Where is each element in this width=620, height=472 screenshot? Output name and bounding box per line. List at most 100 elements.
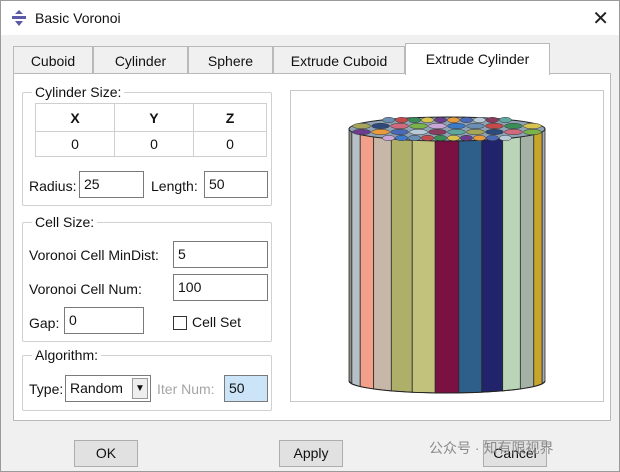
cap-cell [460, 117, 473, 123]
mindist-field[interactable]: 5 [173, 241, 268, 268]
radius-field[interactable]: 25 [79, 171, 144, 198]
z-value-cell[interactable]: 0 [192, 131, 268, 157]
cap-cell [504, 123, 523, 129]
cylinder-stripe [533, 131, 543, 388]
cap-cell [408, 117, 421, 123]
cylinder-size-group: Cylinder Size: X Y Z 0 0 0 Radius: 25 Le… [22, 84, 272, 206]
ok-button[interactable]: OK [74, 440, 138, 467]
column-header-x: X [35, 103, 115, 132]
cap-cell [485, 117, 499, 123]
cap-cell [428, 129, 447, 135]
column-header-y: Y [113, 103, 194, 132]
cap-cell [523, 123, 542, 129]
cap-cell [447, 129, 466, 135]
tab-panel: Cylinder Size: X Y Z 0 0 0 Radius: 25 Le… [13, 73, 611, 421]
close-icon[interactable]: ✕ [592, 6, 609, 31]
cylinder-stripe [434, 140, 460, 394]
type-selected-value: Random [70, 380, 123, 396]
cap-cell [498, 135, 512, 141]
xyz-table: X Y Z 0 0 0 [35, 103, 268, 157]
cap-cell [447, 117, 460, 123]
gap-field[interactable]: 0 [64, 307, 144, 334]
cylinder-stripe [502, 136, 521, 392]
cap-cell [390, 129, 409, 135]
cap-cell [421, 117, 434, 123]
cap-cell [352, 123, 371, 129]
chevron-down-icon[interactable]: ▼ [132, 378, 148, 399]
length-field[interactable]: 50 [204, 171, 268, 198]
cylinder-side [348, 128, 546, 394]
cap-cell [447, 123, 466, 129]
title-bar: Basic Voronoi ✕ [1, 1, 619, 35]
cap-cell [466, 129, 485, 135]
cylinder-preview-graphic [348, 116, 546, 394]
model-preview [290, 90, 604, 402]
cap-cell [371, 129, 390, 135]
cap-cell [352, 129, 371, 135]
cap-cell [473, 135, 486, 141]
cap-cell [421, 135, 434, 141]
cap-cell [395, 117, 409, 123]
cylinder-stripe [390, 138, 413, 393]
cylinder-stripe [348, 128, 353, 385]
cap-cell [395, 135, 409, 141]
watermark: 公众号 · 知有限视界 [429, 440, 554, 456]
cap-cell [447, 135, 460, 141]
iter-num-field[interactable]: 50 [224, 375, 268, 402]
cap-cell [408, 135, 421, 141]
dialog-window: Basic Voronoi ✕ Cuboid Cylinder Sphere E… [0, 0, 620, 472]
cell-set-checkbox[interactable] [173, 316, 187, 330]
cylinder-stripe [411, 139, 436, 394]
tab-extrude-cylinder[interactable]: Extrude Cylinder [405, 43, 550, 75]
cap-cell [434, 117, 447, 123]
y-value-cell[interactable]: 0 [113, 131, 194, 157]
type-label: Type: [29, 381, 64, 397]
algorithm-title: Algorithm: [32, 347, 102, 363]
cap-cell [390, 123, 409, 129]
cap-cell [382, 135, 396, 141]
tab-cuboid[interactable]: Cuboid [13, 46, 93, 74]
apply-button[interactable]: Apply [279, 440, 343, 467]
cylinder-stripe [458, 139, 483, 394]
app-logo-icon [12, 10, 26, 26]
type-select[interactable]: Random ▼ [65, 375, 151, 402]
gap-label: Gap: [29, 315, 60, 331]
cap-cell [504, 129, 523, 135]
cell-set-label[interactable]: Cell Set [192, 314, 241, 330]
iter-num-label: Iter Num: [157, 381, 215, 397]
mindist-label: Voronoi Cell MinDist: [29, 247, 159, 263]
cap-cell [409, 123, 428, 129]
window-title: Basic Voronoi [35, 10, 121, 26]
cell-num-label: Voronoi Cell Num: [29, 281, 142, 297]
cap-cell [382, 117, 396, 123]
column-header-z: Z [192, 103, 268, 132]
cap-cell [523, 129, 542, 135]
cap-cell [485, 123, 504, 129]
length-label: Length: [151, 178, 198, 194]
cap-cell [498, 117, 512, 123]
tab-sphere[interactable]: Sphere [188, 46, 273, 74]
cap-cell [434, 135, 447, 141]
cap-cell [485, 129, 504, 135]
cap-cell [371, 123, 390, 129]
cylinder-stripe [351, 131, 361, 388]
radius-label: Radius: [29, 178, 77, 194]
tab-cylinder[interactable]: Cylinder [93, 46, 188, 74]
cylinder-stripe [373, 136, 392, 392]
cap-cell [466, 123, 485, 129]
cap-cell [485, 135, 499, 141]
cap-cell [473, 117, 486, 123]
cap-ellipse [348, 116, 546, 142]
cylinder-stripe [519, 134, 535, 390]
tab-extrude-cuboid[interactable]: Extrude Cuboid [273, 46, 405, 74]
cylinder-size-title: Cylinder Size: [32, 84, 125, 100]
cylinder-stripe [359, 134, 375, 390]
algorithm-group: Algorithm: Type: Random ▼ Iter Num: 50 [22, 347, 272, 411]
cap-cell [409, 129, 428, 135]
cylinder-stripe [481, 138, 504, 393]
x-value-cell[interactable]: 0 [35, 131, 115, 157]
cap-cell [460, 135, 473, 141]
cell-size-title: Cell Size: [32, 214, 98, 230]
cell-num-field[interactable]: 100 [173, 274, 268, 301]
cylinder-stripe [541, 128, 546, 385]
